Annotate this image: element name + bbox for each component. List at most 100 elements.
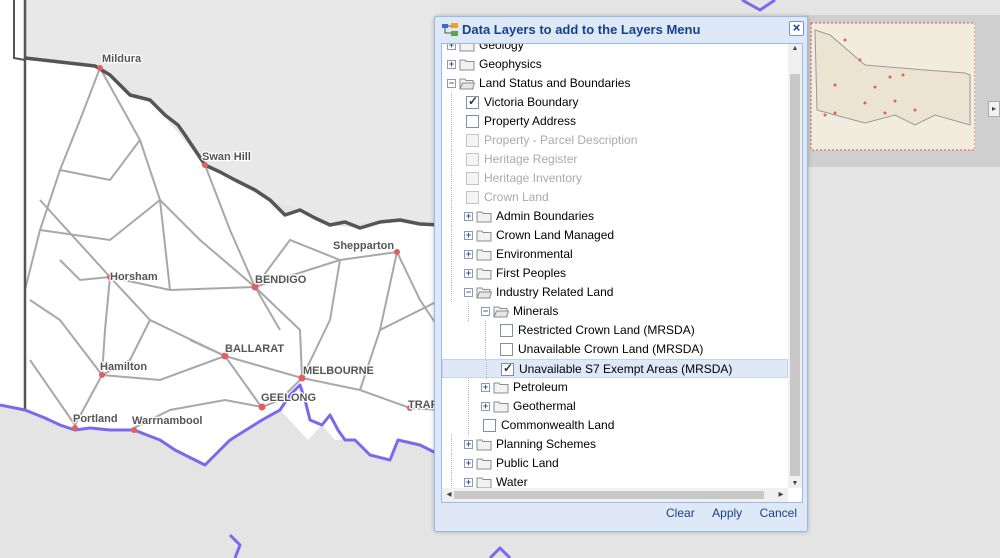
tree-row-crown-land[interactable]: Crown Land	[442, 188, 788, 207]
tree-row-label: Restricted Crown Land (MRSDA)	[518, 323, 695, 337]
expand-icon[interactable]: +	[447, 44, 456, 50]
expand-icon[interactable]: +	[464, 269, 473, 278]
tree-row-minerals[interactable]: − Minerals	[442, 302, 788, 321]
tree-row-industry-related-land[interactable]: − Industry Related Land	[442, 283, 788, 302]
tree-row-label: Unavailable Crown Land (MRSDA)	[518, 342, 704, 356]
tree-guide-line	[486, 360, 487, 379]
tree-row-label: Geophysics	[479, 57, 542, 71]
clear-button[interactable]: Clear	[666, 506, 695, 520]
tree-row-property-address[interactable]: Property Address	[442, 112, 788, 131]
town-label-swan-hill: Swan Hill	[202, 151, 251, 163]
tree-row-victoria-boundary[interactable]: Victoria Boundary	[442, 93, 788, 112]
tree-row-label: Heritage Inventory	[484, 171, 583, 185]
checkbox	[466, 172, 479, 185]
scroll-up-icon[interactable]: ▲	[788, 45, 802, 52]
layers-tree-rows: + Geology + Geophysics − Land Status and Boun…	[442, 43, 788, 492]
checkbox[interactable]	[500, 343, 513, 356]
folder-icon	[476, 268, 492, 280]
folder-icon	[493, 382, 509, 394]
tree-row-geophysics[interactable]: + Geophysics	[442, 55, 788, 74]
tree-row-label: Water	[496, 475, 528, 489]
tree-row-first-peoples[interactable]: + First Peoples	[442, 264, 788, 283]
collapse-icon[interactable]: −	[464, 288, 473, 297]
expand-icon[interactable]: +	[464, 478, 473, 487]
tree-row-geothermal[interactable]: + Geothermal	[442, 397, 788, 416]
tree-row-restricted-crown-land-mrsda[interactable]: Restricted Crown Land (MRSDA)	[442, 321, 788, 340]
tree-row-petroleum[interactable]: + Petroleum	[442, 378, 788, 397]
horizontal-scrollbar[interactable]: ◂ ▸	[442, 488, 788, 502]
collapse-icon[interactable]: −	[481, 307, 490, 316]
tree-row-label: Commonwealth Land	[501, 418, 615, 432]
tree-row-crown-land-managed[interactable]: + Crown Land Managed	[442, 226, 788, 245]
checkbox[interactable]	[483, 419, 496, 432]
expand-icon[interactable]: +	[464, 459, 473, 468]
town-label-ballarat: BALLARAT	[225, 343, 284, 355]
tree-guide-line	[451, 169, 452, 188]
tree-row-label: Minerals	[513, 304, 559, 318]
town-label-warrnambool: Warrnambool	[132, 415, 203, 427]
tree-row-commonwealth-land[interactable]: Commonwealth Land	[442, 416, 788, 435]
tree-guide-line	[451, 188, 452, 207]
cancel-button[interactable]: Cancel	[760, 506, 797, 520]
folder-icon	[476, 249, 492, 261]
overview-toggle-button[interactable]: ▸	[988, 101, 1000, 117]
close-button[interactable]: ×	[789, 21, 804, 36]
folder-icon	[476, 211, 492, 223]
town-label-shepparton: Shepparton	[333, 240, 394, 252]
checkbox[interactable]	[500, 324, 513, 337]
expand-icon[interactable]: +	[481, 383, 490, 392]
checkbox-checked[interactable]	[501, 361, 514, 376]
scroll-right-icon[interactable]: ▸	[774, 489, 788, 500]
checkbox	[466, 191, 479, 204]
tree-guide-line	[485, 321, 486, 340]
dialog-header[interactable]: Data Layers to add to the Layers Menu ×	[435, 17, 807, 43]
expand-icon[interactable]: +	[464, 440, 473, 449]
vertical-scroll-thumb[interactable]	[790, 74, 800, 476]
collapse-icon[interactable]: −	[447, 79, 456, 88]
vertical-scrollbar[interactable]: ▲ ▼	[788, 44, 802, 488]
tree-row-admin-boundaries[interactable]: + Admin Boundaries	[442, 207, 788, 226]
town-label-bendigo: BENDIGO	[255, 274, 307, 286]
tree-guide-line	[451, 207, 452, 226]
overview-map[interactable]: ▸	[805, 15, 1000, 167]
tree-guide-line	[451, 131, 452, 150]
tree-row-property-parcel-description[interactable]: Property - Parcel Description	[442, 131, 788, 150]
tree-guide-line	[451, 264, 452, 283]
checkbox	[466, 153, 479, 166]
tree-guide-line	[451, 283, 452, 302]
checkbox	[466, 134, 479, 147]
expand-icon[interactable]: +	[464, 250, 473, 259]
tree-row-environmental[interactable]: + Environmental	[442, 245, 788, 264]
tree-guide-line	[451, 454, 452, 473]
tree-row-heritage-register[interactable]: Heritage Register	[442, 150, 788, 169]
tree-guide-line	[468, 397, 469, 416]
expand-icon[interactable]: +	[464, 212, 473, 221]
folder-icon	[459, 59, 475, 71]
tree-row-geology[interactable]: + Geology	[442, 43, 788, 55]
tree-row-land-status-and-boundaries[interactable]: − Land Status and Boundaries	[442, 74, 788, 93]
tree-row-planning-schemes[interactable]: + Planning Schemes	[442, 435, 788, 454]
apply-button[interactable]: Apply	[712, 506, 742, 520]
expand-icon[interactable]: +	[447, 60, 456, 69]
expand-icon[interactable]: +	[481, 402, 490, 411]
tree-row-label: Victoria Boundary	[484, 95, 579, 109]
tree-guide-line	[485, 340, 486, 359]
tree-row-label: Property Address	[484, 114, 577, 128]
folder-icon	[476, 230, 492, 242]
tree-guide-line	[451, 150, 452, 169]
checkbox[interactable]	[466, 115, 479, 128]
scroll-down-icon[interactable]: ▼	[788, 480, 802, 487]
tree-row-unavailable-crown-land-mrsda[interactable]: Unavailable Crown Land (MRSDA)	[442, 340, 788, 359]
tree-row-label: Petroleum	[513, 380, 568, 394]
tree-row-label: Geology	[479, 43, 524, 52]
layers-tree[interactable]: + Geology + Geophysics − Land Status and Boun…	[441, 43, 803, 503]
horizontal-scroll-thumb[interactable]	[454, 491, 764, 499]
tree-row-heritage-inventory[interactable]: Heritage Inventory	[442, 169, 788, 188]
checkbox-checked[interactable]	[466, 94, 479, 109]
folder-open-icon	[459, 78, 475, 90]
town-label-melbourne: MELBOURNE	[303, 365, 374, 377]
tree-row-unavailable-s7-exempt-areas-mrsda[interactable]: Unavailable S7 Exempt Areas (MRSDA)	[442, 359, 788, 379]
town-label-portland: Portland	[73, 413, 118, 425]
expand-icon[interactable]: +	[464, 231, 473, 240]
tree-row-public-land[interactable]: + Public Land	[442, 454, 788, 473]
